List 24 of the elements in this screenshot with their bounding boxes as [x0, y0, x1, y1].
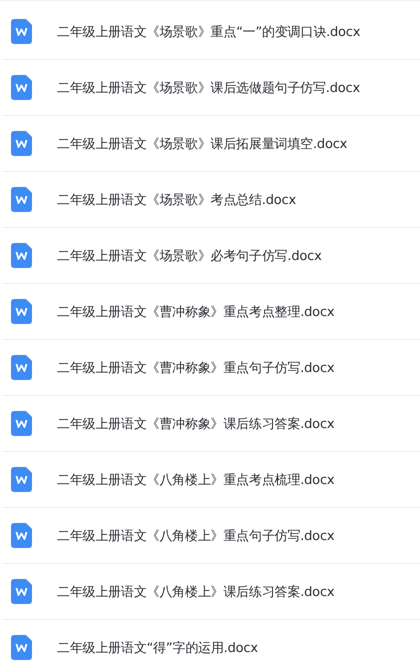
word-document-icon [11, 411, 32, 436]
file-name[interactable]: 二年级上册语文《八角楼上》重点考点梳理.docx [57, 470, 334, 488]
file-name[interactable]: 二年级上册语文“得”字的运用.docx [57, 638, 258, 656]
word-document-icon [11, 75, 32, 100]
word-document-icon [11, 19, 32, 44]
word-document-icon [11, 243, 32, 268]
file-name[interactable]: 二年级上册语文《曹冲称象》课后练习答案.docx [57, 414, 334, 432]
word-document-icon [11, 523, 32, 548]
file-name[interactable]: 二年级上册语文《场景歌》重点“一”的变调口诀.docx [57, 22, 360, 40]
word-document-icon [11, 299, 32, 324]
word-document-icon [11, 131, 32, 156]
file-name[interactable]: 二年级上册语文《场景歌》课后拓展量词填空.docx [57, 134, 348, 152]
file-name[interactable]: 二年级上册语文《场景歌》课后选做题句子仿写.docx [57, 78, 360, 96]
word-document-icon [11, 355, 32, 380]
word-document-icon [11, 467, 32, 492]
file-name[interactable]: 二年级上册语文《场景歌》考点总结.docx [57, 190, 296, 208]
word-document-icon [11, 635, 32, 660]
word-document-icon [11, 579, 32, 604]
file-name[interactable]: 二年级上册语文《八角楼上》课后练习答案.docx [57, 582, 334, 600]
file-name[interactable]: 二年级上册语文《场景歌》必考句子仿写.docx [57, 246, 322, 264]
file-name[interactable]: 二年级上册语文《曹冲称象》重点句子仿写.docx [57, 358, 334, 376]
file-name[interactable]: 二年级上册语文《曹冲称象》重点考点整理.docx [57, 302, 334, 320]
file-name[interactable]: 二年级上册语文《八角楼上》重点句子仿写.docx [57, 526, 334, 544]
word-document-icon [11, 187, 32, 212]
